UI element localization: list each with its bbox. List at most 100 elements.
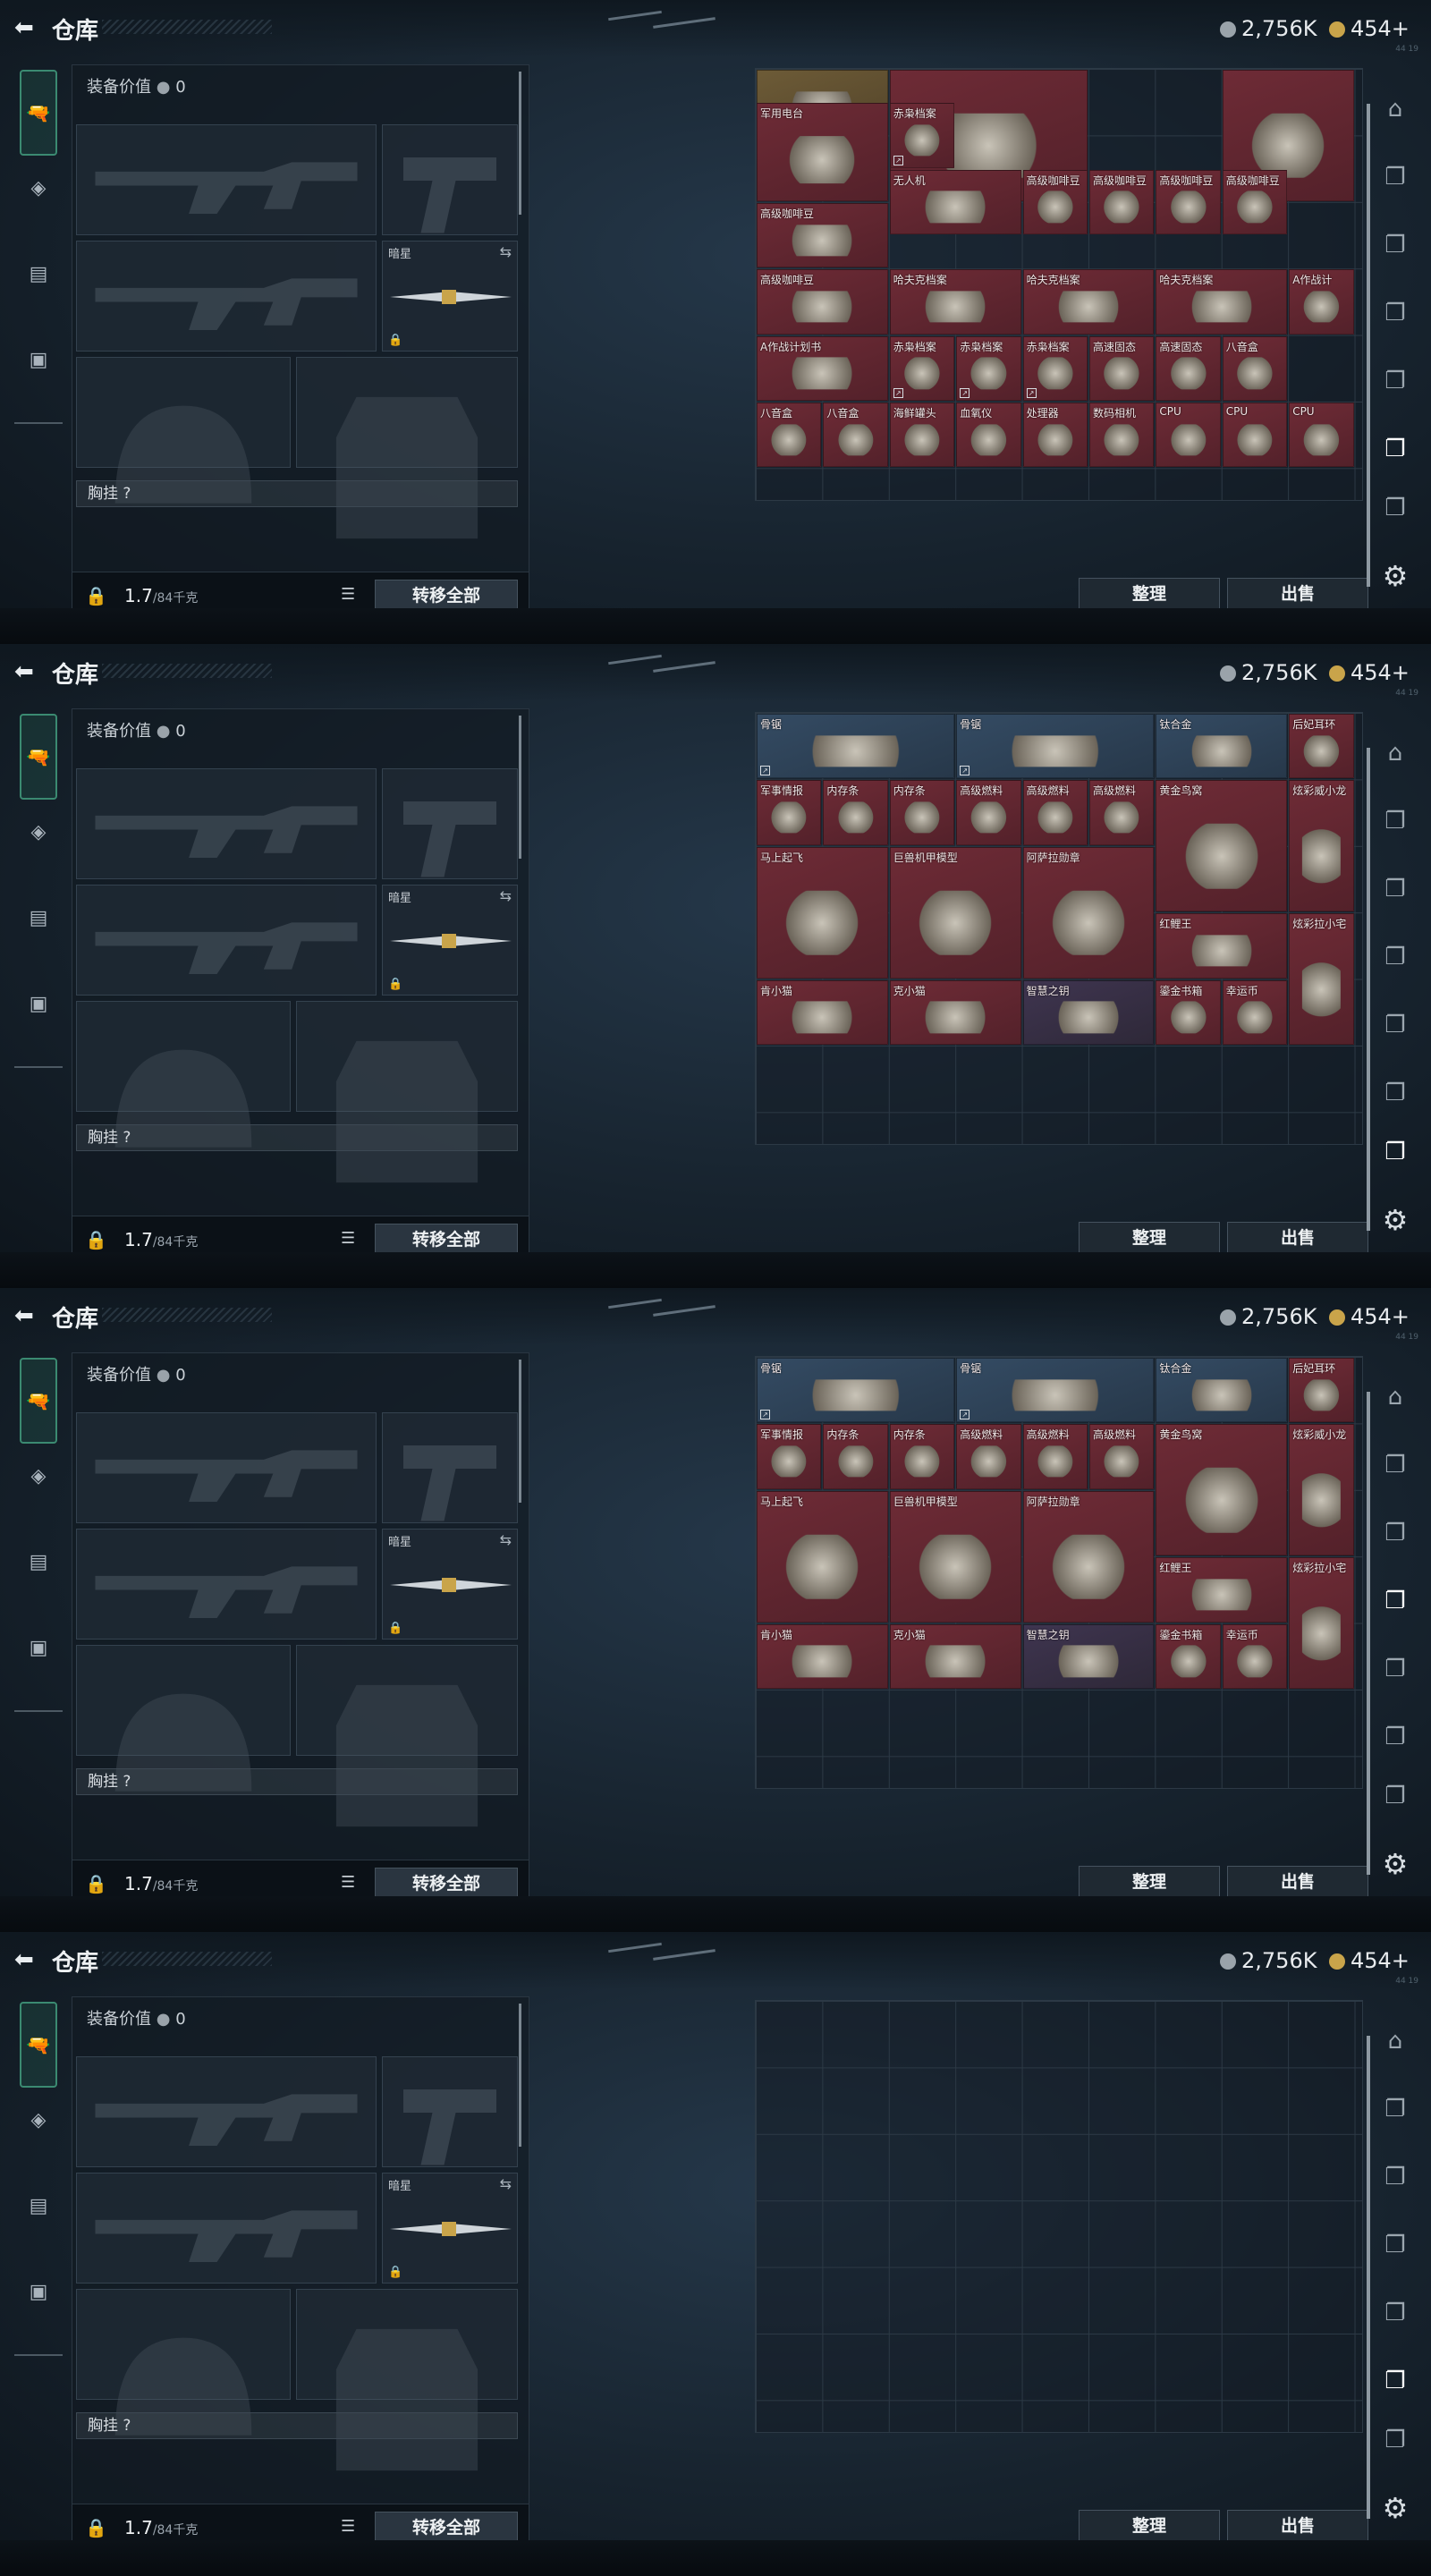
gold-currency[interactable]: 454+	[1329, 16, 1410, 41]
stash-tab-all[interactable]: ⌂	[1376, 733, 1415, 773]
stash-tab-5[interactable]: ❐	[1376, 1649, 1415, 1689]
swap-icon[interactable]: ⇆	[500, 243, 512, 260]
stash-item[interactable]: 军用电台	[757, 103, 888, 201]
stash-item[interactable]: 黄金鸟窝	[1156, 780, 1288, 912]
nav-armor-tab[interactable]: ◈	[20, 170, 57, 208]
primary-weapon-slot[interactable]	[76, 1412, 377, 1523]
stash-item[interactable]: 马上起飞	[757, 846, 888, 979]
stash-item[interactable]: 幸运币	[1222, 1623, 1288, 1689]
stash-item[interactable]: A作战计划书	[757, 335, 888, 401]
stash-item[interactable]: 炫彩威小龙	[1289, 780, 1354, 912]
stash-item[interactable]: 鎏金书箱	[1156, 1623, 1221, 1689]
stash-item[interactable]: CPU	[1156, 402, 1221, 468]
pistol-slot[interactable]	[382, 1412, 518, 1523]
chest-rig-slot[interactable]: 胸挂 ?	[76, 480, 518, 507]
equip-scrollbar[interactable]	[519, 1360, 521, 1503]
stash-tab-3[interactable]: ❐	[1376, 225, 1415, 265]
stash-item[interactable]: 八音盒	[1222, 335, 1288, 401]
melee-slot[interactable]: 暗星 ⇆ 🔒	[382, 885, 518, 996]
stash-item[interactable]: 八音盒	[823, 402, 888, 468]
stash-item[interactable]: 八音盒	[757, 402, 822, 468]
stash-item[interactable]: 肯小猫	[757, 1623, 888, 1689]
move-all-button[interactable]: 转移全部	[375, 1868, 518, 1900]
stash-item[interactable]: A作战计	[1289, 269, 1354, 335]
stash-item[interactable]: 高级咖啡豆	[1222, 169, 1288, 234]
stash-tab-6[interactable]: ❐	[1376, 1073, 1415, 1113]
back-arrow-icon[interactable]: ⬅	[14, 1946, 39, 1973]
nav-weapons-tab[interactable]: 🔫	[20, 1358, 57, 1444]
stash-tab-3[interactable]: ❐	[1376, 1513, 1415, 1553]
stash-item[interactable]: 高级燃料	[1022, 1424, 1088, 1489]
nav-armor-tab[interactable]: ◈	[20, 814, 57, 852]
stash-tab-4[interactable]: ❐	[1376, 293, 1415, 333]
secondary-weapon-slot[interactable]	[76, 2173, 377, 2284]
stash-item[interactable]: 高速固态	[1156, 335, 1221, 401]
chest-rig-slot[interactable]: 胸挂 ?	[76, 1124, 518, 1151]
stash-item[interactable]: 阿萨拉勋章	[1022, 1490, 1155, 1623]
stash-item[interactable]: 军事情报	[757, 1424, 822, 1489]
stash-grid[interactable]: 军用电台 赤枭档案 ↗ 无人机 高级咖啡豆 高级咖啡豆 高级咖啡豆 高级咖啡豆 高级咖啡豆 高级咖…	[755, 68, 1363, 501]
equip-scrollbar[interactable]	[519, 2004, 521, 2147]
equip-scrollbar[interactable]	[519, 72, 521, 215]
equip-scrollbar[interactable]	[519, 716, 521, 859]
stash-item[interactable]: 红鲤王	[1156, 913, 1288, 979]
gear-icon[interactable]: ⚙	[1376, 556, 1415, 596]
stash-item[interactable]: 海鲜罐头	[889, 402, 955, 468]
stash-item[interactable]: 内存条	[823, 1424, 888, 1489]
stash-item[interactable]: 无人机	[889, 169, 1021, 234]
stash-item[interactable]: 赤枭档案 ↗	[889, 103, 955, 168]
list-icon[interactable]: ☰	[341, 2517, 355, 2536]
stash-item[interactable]: 钛合金	[1156, 714, 1288, 779]
stash-tab-6[interactable]: ❐	[1376, 429, 1415, 469]
stash-item[interactable]: 骨锯 ↗	[956, 1358, 1155, 1423]
stash-item[interactable]: 高级燃料	[956, 780, 1021, 845]
stash-tab-7[interactable]: ❐	[1376, 1776, 1415, 1816]
stash-tab-5[interactable]: ❐	[1376, 2293, 1415, 2333]
back-arrow-icon[interactable]: ⬅	[14, 1302, 39, 1329]
stash-grid[interactable]	[755, 2000, 1363, 2433]
stash-scrollbar[interactable]	[1367, 1392, 1370, 1875]
stash-tab-all[interactable]: ⌂	[1376, 89, 1415, 129]
sell-button[interactable]: 出售	[1227, 1222, 1368, 1254]
stash-tab-2[interactable]: ❐	[1376, 801, 1415, 841]
chest-rig-slot[interactable]: 胸挂 ?	[76, 1768, 518, 1795]
stash-item[interactable]: 巨兽机甲模型	[889, 846, 1021, 979]
pistol-slot[interactable]	[382, 124, 518, 235]
stash-item[interactable]: 哈夫克档案	[1156, 269, 1288, 335]
gear-icon[interactable]: ⚙	[1376, 1844, 1415, 1884]
nav-weapons-tab[interactable]: 🔫	[20, 2002, 57, 2088]
stash-scrollbar[interactable]	[1367, 748, 1370, 1231]
stash-item[interactable]: 智慧之钥	[1022, 1623, 1155, 1689]
stash-item[interactable]: 内存条	[889, 780, 955, 845]
stash-item[interactable]: 炫彩拉小宅	[1289, 1557, 1354, 1689]
swap-icon[interactable]: ⇆	[500, 2175, 512, 2192]
stash-item[interactable]: 炫彩威小龙	[1289, 1424, 1354, 1556]
list-icon[interactable]: ☰	[341, 1229, 355, 1248]
stash-grid[interactable]: 骨锯 ↗ 骨锯 ↗ 钛合金 后妃耳环 军事情报 内存条 内存条 高级燃料 高级燃料 高级燃料 黄金鸟窝炫…	[755, 1356, 1363, 1789]
back-arrow-icon[interactable]: ⬅	[14, 14, 39, 41]
sort-button[interactable]: 整理	[1079, 578, 1220, 610]
lock-icon[interactable]: 🔒	[85, 2517, 107, 2538]
nav-case-tab[interactable]: ▣	[20, 1630, 57, 1667]
lock-icon[interactable]: 🔒	[85, 1873, 107, 1894]
nav-backpack-tab[interactable]: ▤	[20, 1544, 57, 1581]
stash-tab-7[interactable]: ❐	[1376, 2420, 1415, 2460]
stash-tab-all[interactable]: ⌂	[1376, 2021, 1415, 2061]
primary-weapon-slot[interactable]	[76, 2056, 377, 2167]
stash-item[interactable]: 高级咖啡豆	[757, 202, 888, 268]
gold-currency[interactable]: 454+	[1329, 1304, 1410, 1329]
list-icon[interactable]: ☰	[341, 1873, 355, 1892]
stash-tab-6[interactable]: ❐	[1376, 1717, 1415, 1757]
stash-item[interactable]: 军事情报	[757, 780, 822, 845]
melee-slot[interactable]: 暗星 ⇆ 🔒	[382, 241, 518, 352]
stash-item[interactable]: 处理器	[1022, 402, 1088, 468]
stash-tab-5[interactable]: ❐	[1376, 1005, 1415, 1045]
stash-item[interactable]: 赤枭档案 ↗	[956, 335, 1021, 401]
stash-tab-5[interactable]: ❐	[1376, 361, 1415, 401]
stash-item[interactable]: 红鲤王	[1156, 1557, 1288, 1623]
stash-item[interactable]: 肯小猫	[757, 979, 888, 1045]
chest-rig-slot[interactable]: 胸挂 ?	[76, 2412, 518, 2439]
armor-slot[interactable]	[296, 1001, 518, 1183]
stash-item[interactable]: 高级咖啡豆	[1022, 169, 1088, 234]
nav-backpack-tab[interactable]: ▤	[20, 2188, 57, 2225]
